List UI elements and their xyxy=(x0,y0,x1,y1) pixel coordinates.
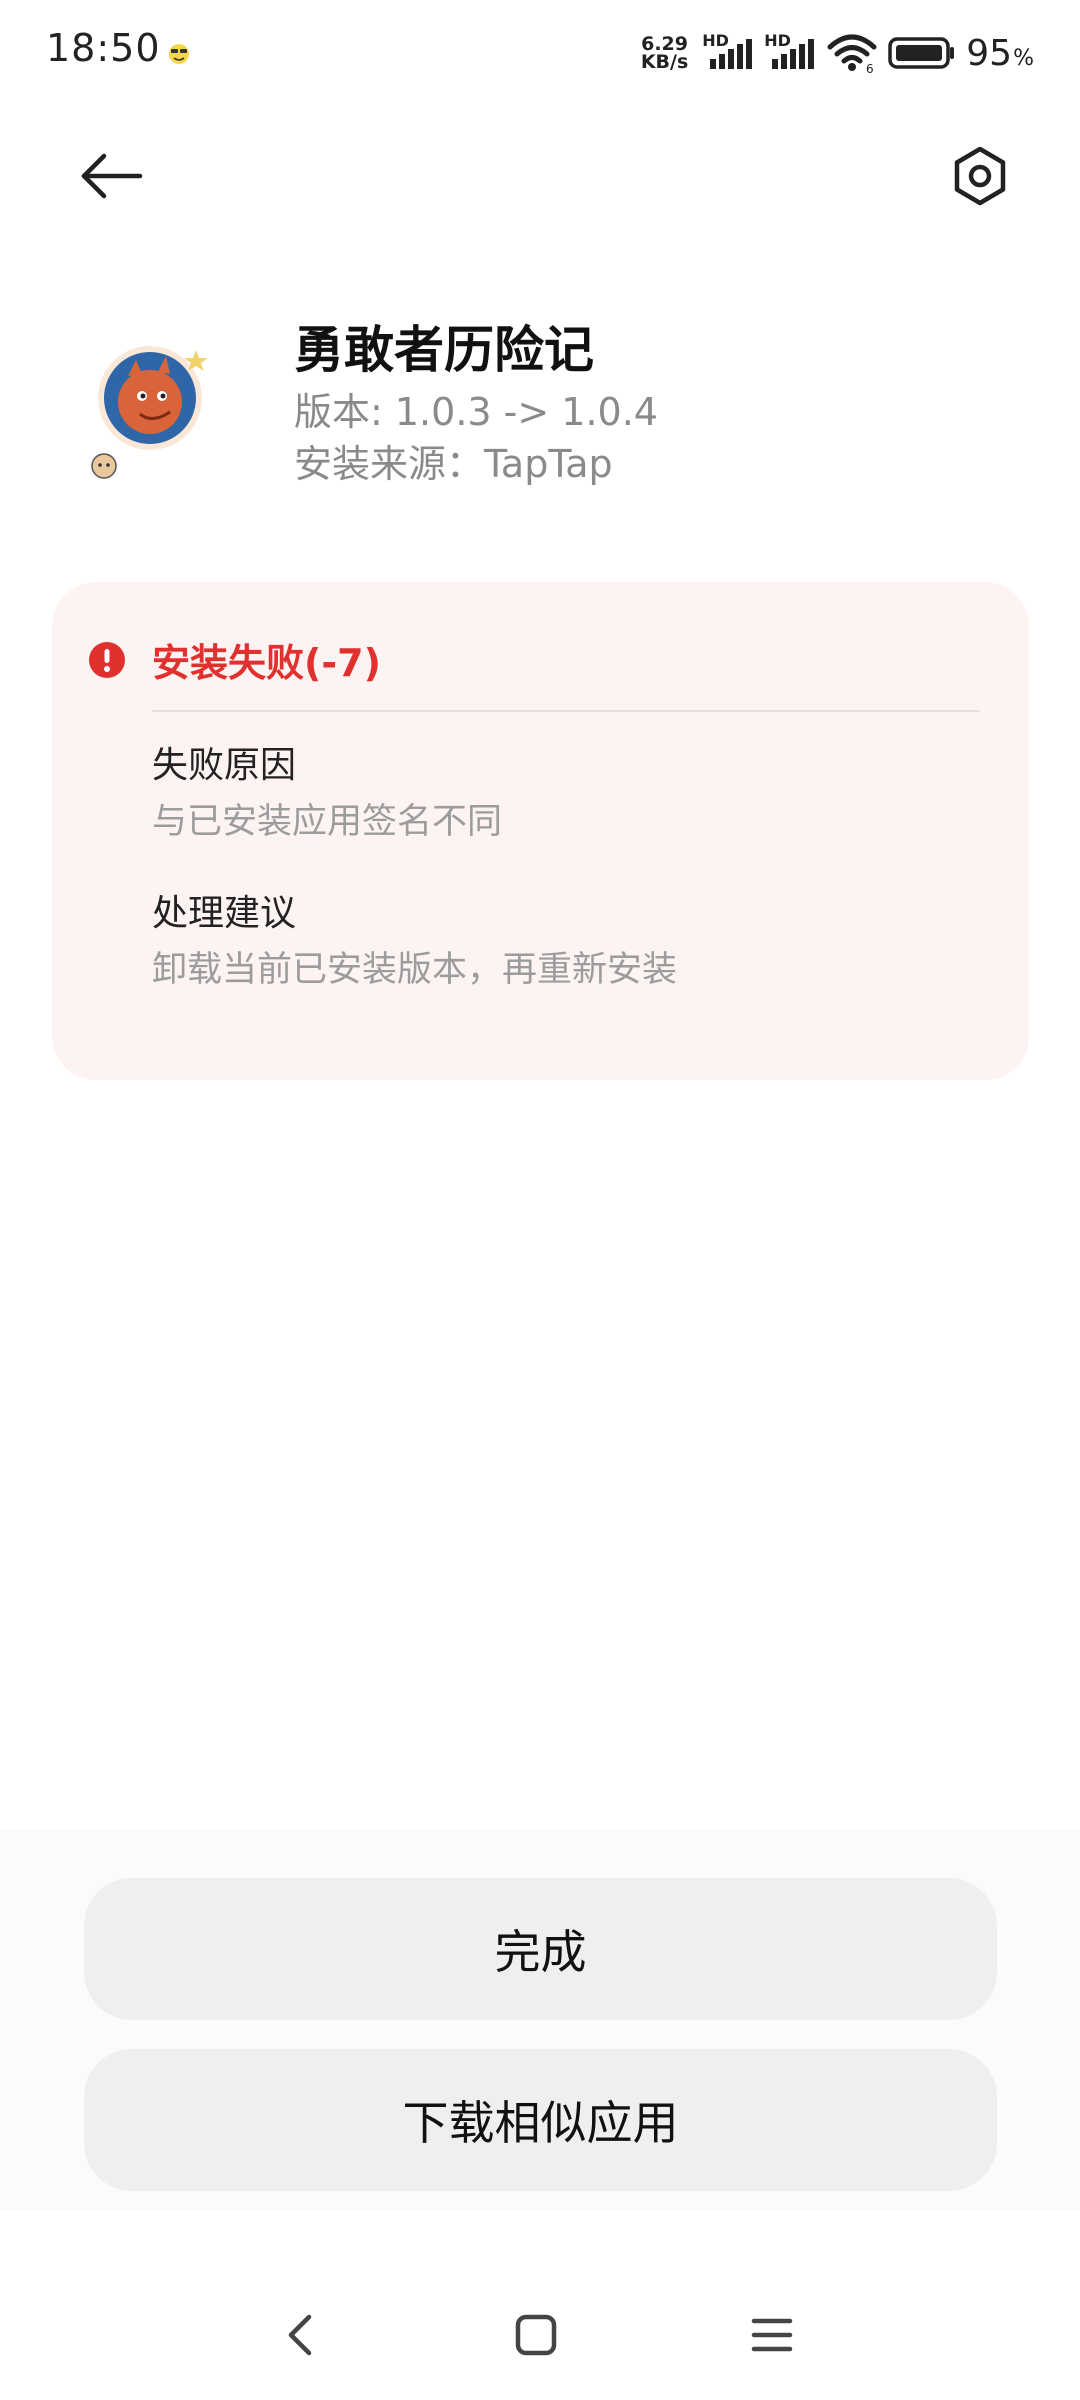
suggestion-label: 处理建议 xyxy=(152,893,297,934)
app-icon xyxy=(88,340,218,488)
error-title: 安装失败(-7) xyxy=(152,641,381,685)
nav-menu-icon xyxy=(751,2318,793,2352)
failure-reason-text: 与已安装应用签名不同 xyxy=(152,802,503,842)
nav-home-icon xyxy=(515,2314,557,2356)
emoji-notification-icon xyxy=(169,44,189,64)
app-info: 勇敢者历险记 版本: 1.0.3 -> 1.0.4 安装来源：TapTap xyxy=(294,318,658,490)
done-button[interactable]: 完成 xyxy=(84,1878,997,2020)
status-time: 18:50 xyxy=(46,26,161,70)
failure-reason-section: 失败原因 与已安装应用签名不同 xyxy=(152,742,502,848)
nav-menu-button[interactable] xyxy=(732,2300,812,2370)
install-source: 安装来源：TapTap xyxy=(294,442,613,486)
divider xyxy=(152,710,980,712)
error-header: 安装失败(-7) xyxy=(88,632,381,687)
app-version: 版本: 1.0.3 -> 1.0.4 xyxy=(294,390,658,434)
signal-icon: HD xyxy=(764,31,816,73)
download-similar-apps-button[interactable]: 下载相似应用 xyxy=(84,2049,997,2191)
nav-home-button[interactable] xyxy=(496,2300,576,2370)
back-arrow-icon xyxy=(81,153,143,199)
status-icons: 6.29 KB/s HD HD 6 95 % xyxy=(641,30,1034,76)
wifi-icon: 6 xyxy=(827,34,877,73)
signal-icon: HD xyxy=(702,31,754,73)
suggestion-text: 卸载当前已安装版本，再重新安装 xyxy=(152,950,678,990)
nav-back-button[interactable] xyxy=(260,2300,340,2370)
navigation-bar xyxy=(0,2290,1080,2380)
battery-icon xyxy=(888,37,955,69)
nav-back-icon xyxy=(288,2314,312,2356)
suggestion-section: 处理建议 卸载当前已安装版本，再重新安装 xyxy=(152,890,677,996)
settings-button[interactable] xyxy=(936,132,1024,220)
network-speed: 6.29 KB/s xyxy=(640,35,689,73)
svg-text:6: 6 xyxy=(866,62,874,73)
battery-percentage: 95 % xyxy=(966,33,1034,74)
battery-percent-sign: % xyxy=(1013,45,1034,71)
back-button[interactable] xyxy=(70,135,152,217)
app-name: 勇敢者历险记 xyxy=(294,321,594,379)
error-icon xyxy=(89,641,125,678)
network-speed-unit: KB/s xyxy=(640,51,689,73)
settings-hexagon-icon xyxy=(954,146,1006,206)
status-bar: 18:50 6.29 KB/s HD HD 6 95 % xyxy=(0,0,1080,110)
failure-reason-label: 失败原因 xyxy=(152,745,297,786)
install-error-card: 安装失败(-7) 失败原因 与已安装应用签名不同 处理建议 卸载当前已安装版本，… xyxy=(52,582,1029,1080)
battery-percent-value: 95 xyxy=(966,32,1013,74)
